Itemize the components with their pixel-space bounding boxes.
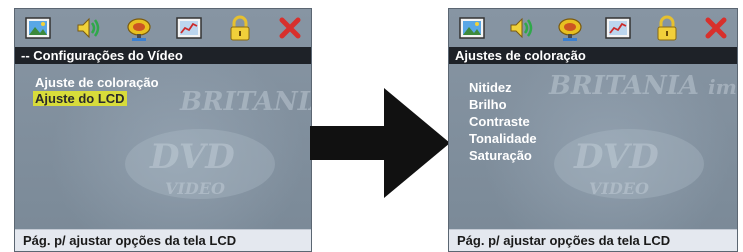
footer-hint: Pág. p/ ajustar opções da tela LCD bbox=[15, 229, 311, 251]
lock-icon[interactable] bbox=[652, 13, 682, 43]
menu-item-contrast[interactable]: Contraste bbox=[469, 113, 537, 130]
speaker-icon[interactable] bbox=[506, 13, 536, 43]
lock-icon[interactable] bbox=[225, 13, 255, 43]
close-icon[interactable] bbox=[701, 13, 731, 43]
menu-item-hue[interactable]: Tonalidade bbox=[469, 130, 537, 147]
satellite-icon[interactable] bbox=[555, 13, 585, 43]
footer-hint: Pág. p/ ajustar opções da tela LCD bbox=[449, 229, 737, 251]
menu-item-color-adjust[interactable]: Ajuste de coloração bbox=[35, 75, 159, 90]
menu-icon-bar bbox=[23, 11, 305, 45]
image-icon[interactable] bbox=[23, 13, 53, 43]
menu-item-saturation[interactable]: Saturação bbox=[469, 147, 537, 164]
dvd-disc-watermark bbox=[554, 129, 704, 199]
menu-item-lcd-adjust[interactable]: Ajuste do LCD bbox=[33, 91, 127, 106]
color-adjust-menu: Nitidez Brilho Contraste Tonalidade Satu… bbox=[469, 79, 537, 164]
video-settings-menu: Ajuste de coloração Ajuste do LCD bbox=[33, 75, 159, 108]
brand-watermark: BRITANIA image bbox=[549, 71, 737, 101]
chart-icon[interactable] bbox=[174, 13, 204, 43]
menu-item-brightness[interactable]: Brilho bbox=[469, 96, 537, 113]
dvd-disc-watermark bbox=[125, 129, 275, 199]
speaker-icon[interactable] bbox=[73, 13, 103, 43]
brand-watermark: BRITANIA image bbox=[180, 87, 311, 117]
satellite-icon[interactable] bbox=[124, 13, 154, 43]
screen-title: Ajustes de coloração bbox=[449, 47, 737, 64]
video-settings-screen: BRITANIA image DVD VIDEO -- Configuraçõe… bbox=[14, 8, 312, 252]
chart-icon[interactable] bbox=[603, 13, 633, 43]
image-icon[interactable] bbox=[457, 13, 487, 43]
color-adjust-screen: BRITANIA image DVD VIDEO Ajustes de colo… bbox=[448, 8, 738, 252]
screen-title: -- Configurações do Vídeo bbox=[15, 47, 311, 64]
menu-item-sharpness[interactable]: Nitidez bbox=[469, 79, 537, 96]
menu-icon-bar bbox=[457, 11, 731, 45]
transition-arrow-icon bbox=[310, 88, 450, 198]
close-icon[interactable] bbox=[275, 13, 305, 43]
